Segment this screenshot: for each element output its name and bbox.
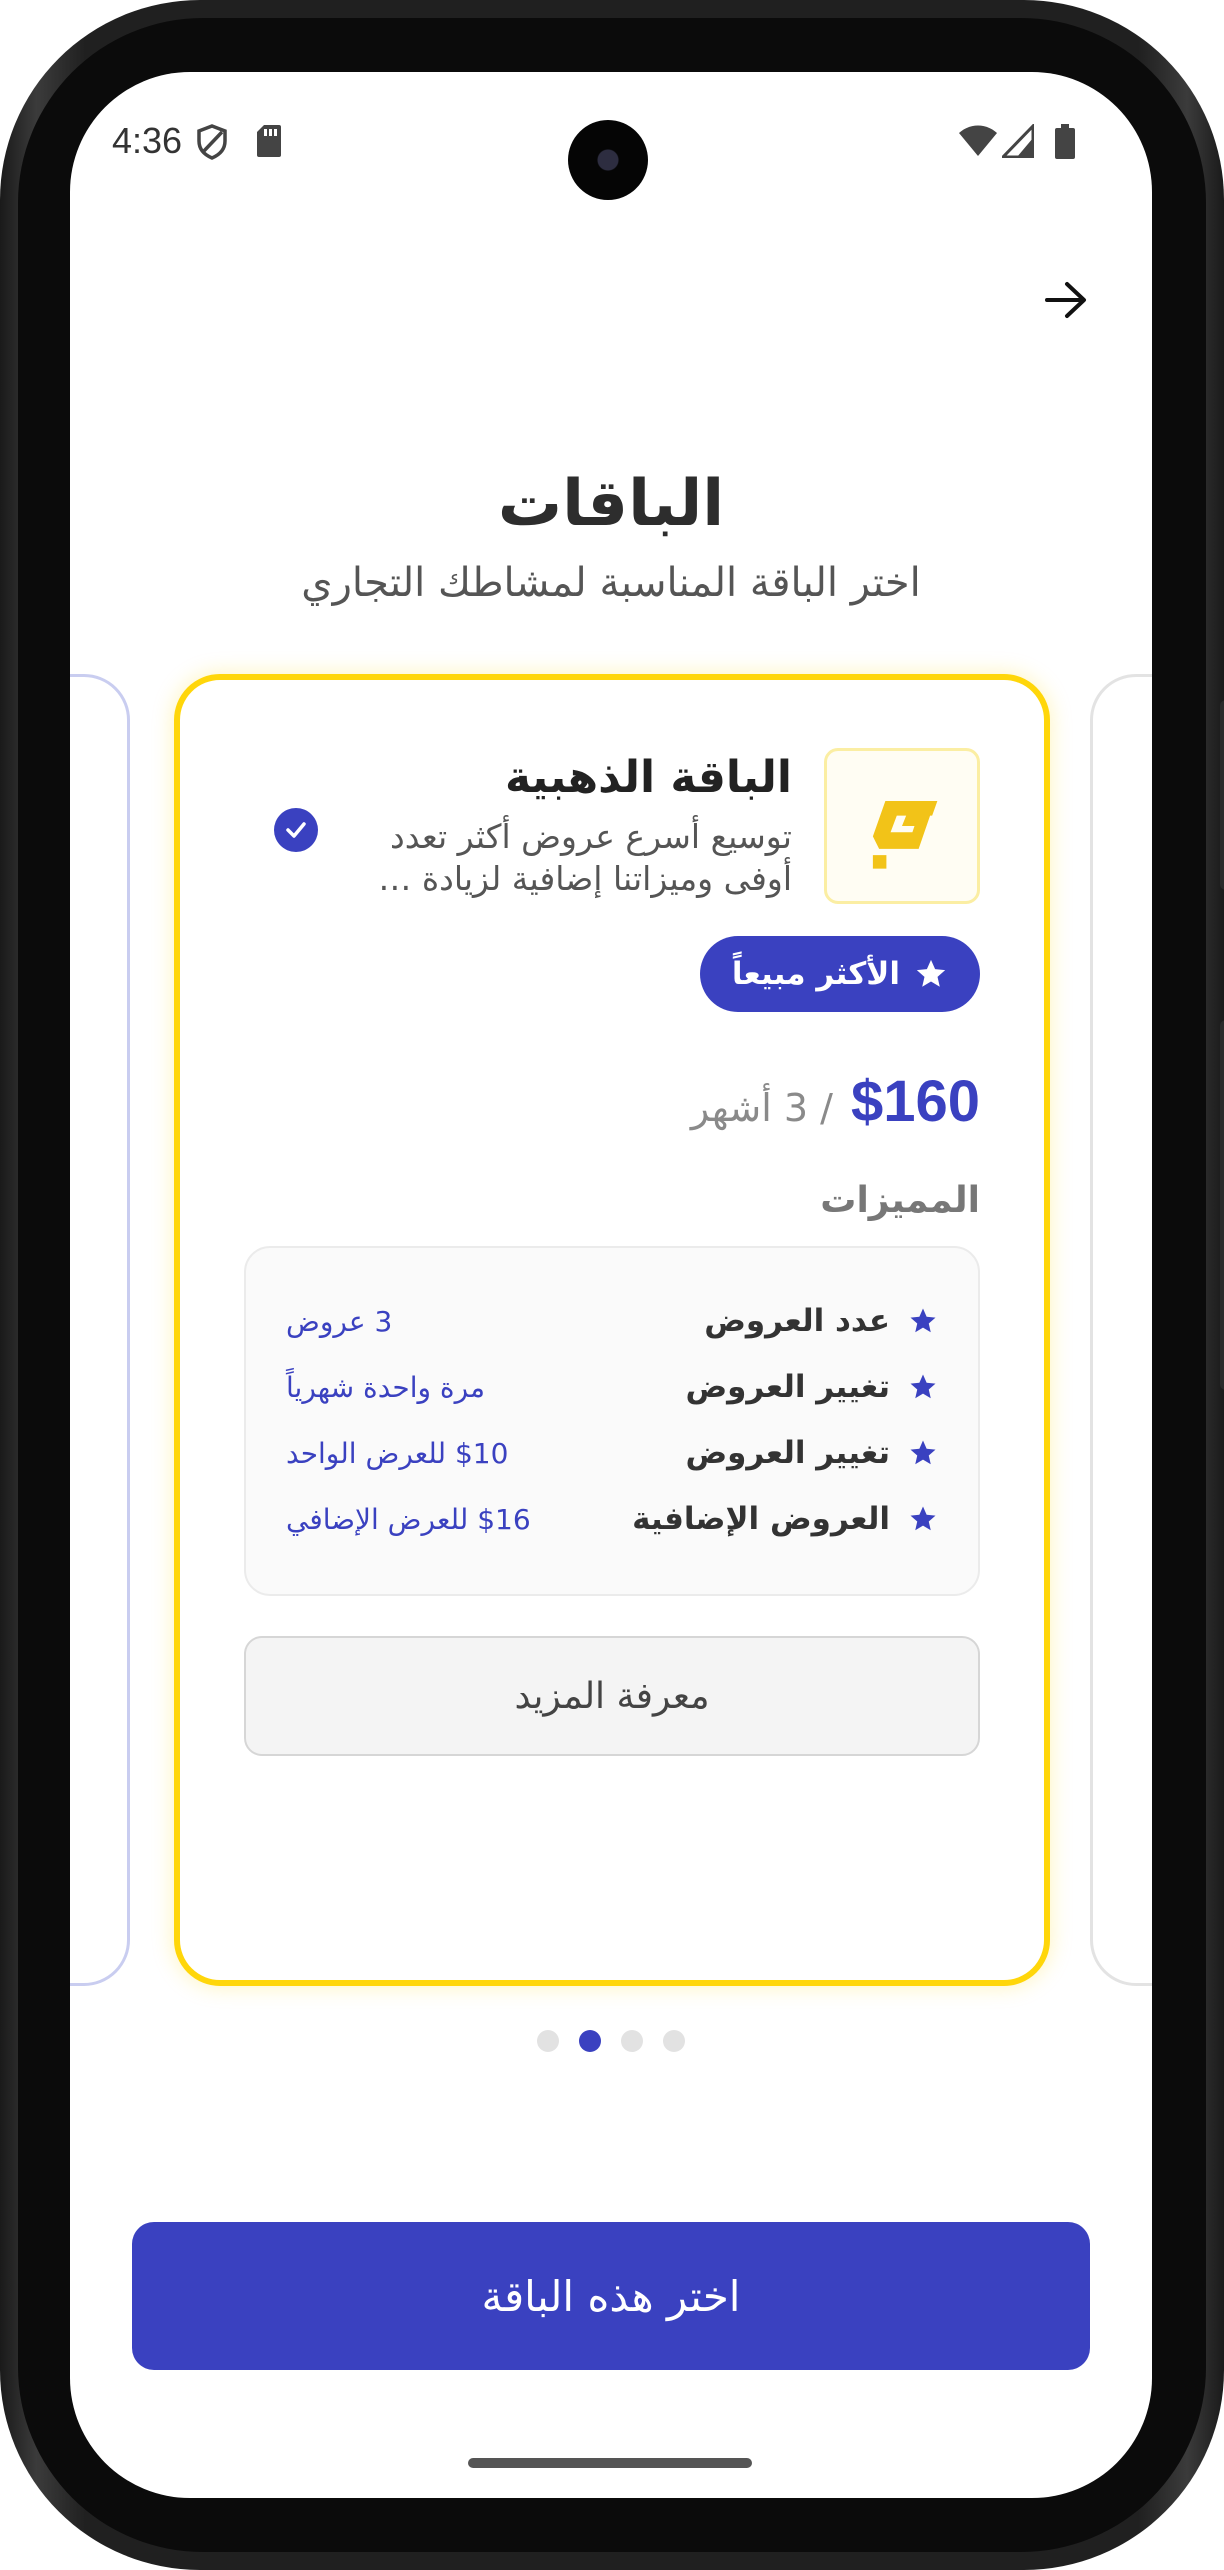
battery-icon: [1055, 124, 1075, 159]
feature-value: $16 للعرض الإضافي: [286, 1502, 531, 1536]
page-subtitle: اختر الباقة المناسبة لمشاطك التجاري: [301, 560, 921, 606]
learn-more-button[interactable]: معرفة المزيد: [244, 1636, 980, 1756]
feature-name: تغيير العروض: [685, 1435, 890, 1471]
feature-row: عدد العروض 3 عروض: [286, 1288, 938, 1354]
pagination-dot-active[interactable]: [579, 2030, 601, 2052]
feature-name: عدد العروض: [704, 1303, 890, 1339]
best-seller-badge: الأكثر مبيعاً: [699, 936, 980, 1012]
carousel-pagination: [70, 2030, 1152, 2052]
plan-logo-icon: [872, 801, 938, 869]
best-seller-label: الأكثر مبيعاً: [731, 956, 900, 992]
arrow-right-icon: [1045, 282, 1086, 318]
feature-row: تغيير العروض مرة واحدة شهرياً: [286, 1354, 938, 1420]
plan-period: / 3 أشهر: [690, 1086, 833, 1130]
signal-icon: [1002, 124, 1034, 158]
star-icon: [910, 1440, 936, 1465]
feature-name: العروض الإضافية: [632, 1501, 890, 1537]
power-button: [1220, 1020, 1224, 1390]
feature-row: العروض الإضافية $16 للعرض الإضافي: [286, 1486, 938, 1552]
choose-plan-button[interactable]: اختر هذه الباقة: [132, 2222, 1090, 2370]
feature-row: تغيير العروض $10 للعرض الواحد: [286, 1420, 938, 1486]
star-icon: [910, 1308, 936, 1333]
feature-value: 3 عروض: [286, 1304, 393, 1338]
star-icon: [916, 959, 946, 987]
pagination-dot[interactable]: [663, 2030, 685, 2052]
selected-check-icon: [274, 808, 318, 852]
pagination-dot[interactable]: [537, 2030, 559, 2052]
sim-card-icon: [257, 125, 281, 157]
plan-card-gold[interactable]: الباقة الذهبية توسيع أسرع عروض أكثر تعدد…: [174, 674, 1050, 1986]
feature-value: مرة واحدة شهرياً: [286, 1370, 486, 1404]
phone-frame: 4:36 الباقات اختر الباقة المناسبة لمشاطك…: [0, 0, 1224, 2570]
volume-button: [1220, 700, 1224, 890]
star-icon: [910, 1374, 936, 1399]
price-row: $160 / 3 أشهر: [691, 1068, 980, 1135]
status-time: 4:36: [112, 120, 183, 161]
plan-logo: [824, 748, 980, 904]
features-heading: المميزات: [820, 1180, 980, 1221]
plan-description: توسيع أسرع عروض أكثر تعدد أوفى وميزاتنا …: [378, 817, 792, 898]
shield-icon: [197, 124, 227, 160]
previous-plan-card[interactable]: [70, 674, 130, 1986]
feature-value: $10 للعرض الواحد: [286, 1436, 509, 1470]
back-button[interactable]: [1028, 262, 1104, 338]
plan-price: $160: [850, 1069, 980, 1134]
next-plan-card[interactable]: [1090, 674, 1152, 1986]
plan-name: الباقة الذهبية: [504, 752, 792, 803]
page-title: الباقات: [497, 467, 725, 541]
feature-name: تغيير العروض: [685, 1369, 890, 1405]
pagination-dot[interactable]: [621, 2030, 643, 2052]
screen: 4:36 الباقات اختر الباقة المناسبة لمشاطك…: [70, 72, 1152, 2498]
home-indicator[interactable]: [468, 2458, 752, 2468]
star-icon: [910, 1506, 936, 1531]
features-list: عدد العروض 3 عروض تغيير العروض مرة واحدة…: [244, 1246, 980, 1596]
front-camera: [568, 120, 648, 200]
wifi-icon: [959, 125, 997, 156]
